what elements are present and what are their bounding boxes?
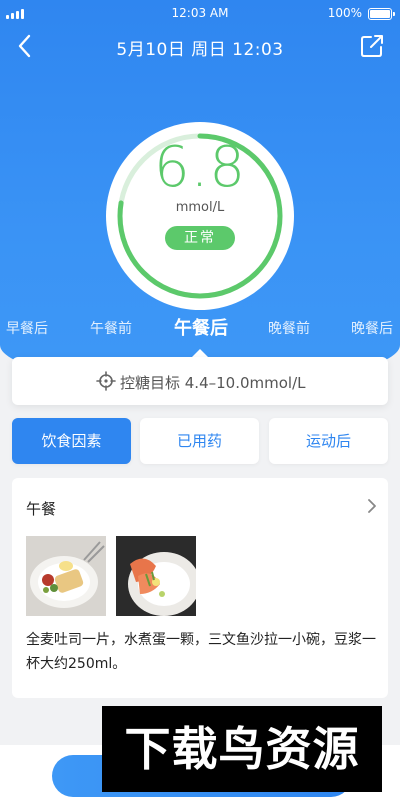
watermark-logo: 下载鸟资源 bbox=[102, 706, 382, 792]
diet-factor-button[interactable]: 饮食因素 bbox=[12, 418, 131, 464]
exercise-button[interactable]: 运动后 bbox=[269, 418, 388, 464]
nav-bar: 5月10日 周日 12:03 bbox=[0, 30, 400, 64]
tab-before-dinner[interactable]: 晚餐前 bbox=[268, 318, 310, 338]
page-title: 5月10日 周日 12:03 bbox=[116, 40, 284, 60]
tab-after-lunch[interactable]: 午餐后 bbox=[174, 314, 228, 340]
glucose-unit: mmol/L bbox=[175, 200, 225, 215]
battery-icon bbox=[368, 8, 395, 20]
share-button[interactable] bbox=[358, 32, 386, 60]
salmon-salad-image bbox=[116, 536, 196, 616]
meal-description: 全麦吐司一片，水煮蛋一颗，三文鱼沙拉一小碗，豆浆一杯大约250ml。 bbox=[26, 632, 376, 672]
glucose-value: 6.8 bbox=[153, 135, 247, 200]
meal-tabs: 早餐后 午餐前 午餐后 晚餐前 晚餐后 bbox=[0, 312, 400, 348]
glucose-gauge: 6.8 mmol/L 正常 bbox=[106, 122, 294, 310]
meal-photo-1[interactable] bbox=[26, 536, 106, 616]
share-icon bbox=[361, 35, 383, 57]
status-bar: 12:03 AM 100% bbox=[0, 0, 400, 28]
tab-after-dinner[interactable]: 晚餐后 bbox=[351, 318, 393, 338]
target-crosshair-icon bbox=[96, 371, 116, 391]
meal-photo-2[interactable] bbox=[116, 536, 196, 616]
tab-after-breakfast[interactable]: 早餐后 bbox=[6, 318, 48, 338]
target-range-text: 控糖目标 4.4–10.0mmol/L bbox=[120, 374, 306, 392]
target-range-card: 控糖目标 4.4–10.0mmol/L bbox=[12, 357, 388, 405]
battery-percent: 100% bbox=[327, 6, 362, 20]
screen: 12:03 AM 100% 5月10日 周日 12:03 6.8 mmol/L … bbox=[0, 0, 400, 800]
status-badge: 正常 bbox=[165, 226, 235, 250]
toast-plate-image bbox=[26, 536, 106, 616]
chevron-right-icon[interactable] bbox=[366, 498, 378, 514]
tab-before-lunch[interactable]: 午餐前 bbox=[90, 318, 132, 338]
medicine-button[interactable]: 已用药 bbox=[140, 418, 259, 464]
meal-card[interactable]: 午餐 全麦吐司一片，水煮蛋一颗，三文鱼沙拉一小碗，豆浆一杯大约250ml。 bbox=[12, 478, 388, 698]
meal-title: 午餐 bbox=[26, 500, 57, 518]
